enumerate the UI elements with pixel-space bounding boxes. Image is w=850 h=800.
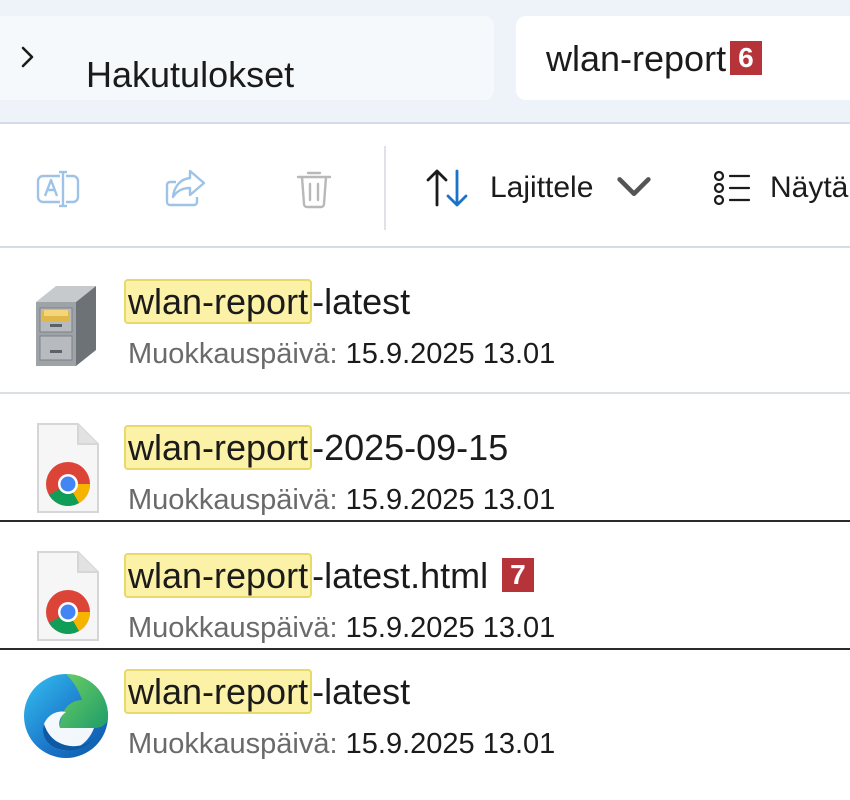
match-highlight: wlan-report xyxy=(124,669,313,714)
command-bar: Lajittele Näytä xyxy=(0,124,850,248)
chrome-html-icon xyxy=(22,420,110,516)
file-name: wlan-report -latest xyxy=(124,278,410,326)
modified-value: 15.9.2025 13.01 xyxy=(345,484,556,516)
list-item[interactable]: wlan-report -2025-09-15 Muokkauspäivä: 15… xyxy=(0,394,850,522)
edge-icon xyxy=(22,666,110,762)
file-name: wlan-report -2025-09-15 xyxy=(124,424,508,472)
modified-value: 15.9.2025 13.01 xyxy=(345,728,556,760)
file-meta: Muokkauspäivä: 15.9.2025 13.01 xyxy=(128,610,555,646)
chrome-html-icon xyxy=(22,548,110,644)
step-badge-6: 6 xyxy=(730,41,762,75)
file-meta: Muokkauspäivä: 15.9.2025 13.01 xyxy=(128,336,555,372)
match-highlight: wlan-report xyxy=(124,279,313,324)
rename-button[interactable] xyxy=(34,164,82,212)
step-badge-7: 7 xyxy=(502,558,534,592)
sort-button[interactable]: Lajittele xyxy=(424,160,657,216)
list-item[interactable]: wlan-report -latest.html 7 Muokkauspäivä:… xyxy=(0,522,850,650)
match-highlight: wlan-report xyxy=(124,553,313,598)
modified-value: 15.9.2025 13.01 xyxy=(345,338,556,370)
file-name-rest: -latest.html xyxy=(312,555,489,596)
chevron-down-icon xyxy=(617,177,652,197)
trash-icon xyxy=(296,171,332,209)
view-list-icon xyxy=(713,170,751,206)
modified-label: Muokkauspäivä: xyxy=(128,338,338,370)
file-name-rest: -latest xyxy=(312,281,411,322)
share-icon xyxy=(165,169,206,207)
rename-icon xyxy=(36,170,80,208)
list-item[interactable]: wlan-report -latest Muokkauspäivä: 15.9.2… xyxy=(0,248,850,376)
search-value: wlan-report xyxy=(546,38,727,79)
view-button[interactable]: Näytä xyxy=(712,160,848,216)
share-button[interactable] xyxy=(162,164,210,212)
search-input[interactable]: wlan-report 6 xyxy=(516,16,850,100)
toolbar-separator xyxy=(384,146,386,230)
modified-value: 15.9.2025 13.01 xyxy=(345,612,556,644)
breadcrumb[interactable]: Hakutulokset xyxy=(0,16,494,100)
sort-icon xyxy=(426,169,468,207)
modified-label: Muokkauspäivä: xyxy=(128,484,338,516)
list-item[interactable]: wlan-report -latest Muokkauspäivä: 15.9.2… xyxy=(0,650,850,778)
address-bar: Hakutulokset wlan-report 6 xyxy=(0,0,850,124)
breadcrumb-label[interactable]: Hakutulokset xyxy=(86,53,294,97)
match-highlight: wlan-report xyxy=(124,425,313,470)
file-name-rest: -latest xyxy=(312,671,411,712)
file-name-rest: -2025-09-15 xyxy=(312,427,509,468)
delete-button[interactable] xyxy=(290,164,338,212)
view-label: Näytä xyxy=(770,171,849,204)
file-cabinet-icon xyxy=(22,274,110,370)
sort-label: Lajittele xyxy=(490,171,594,204)
file-meta: Muokkauspäivä: 15.9.2025 13.01 xyxy=(128,482,555,518)
modified-label: Muokkauspäivä: xyxy=(128,612,338,644)
file-meta: Muokkauspäivä: 15.9.2025 13.01 xyxy=(128,726,555,762)
chevron-right-icon[interactable] xyxy=(18,42,38,72)
modified-label: Muokkauspäivä: xyxy=(128,728,338,760)
file-name: wlan-report -latest xyxy=(124,668,410,716)
file-name: wlan-report -latest.html 7 xyxy=(124,552,534,600)
